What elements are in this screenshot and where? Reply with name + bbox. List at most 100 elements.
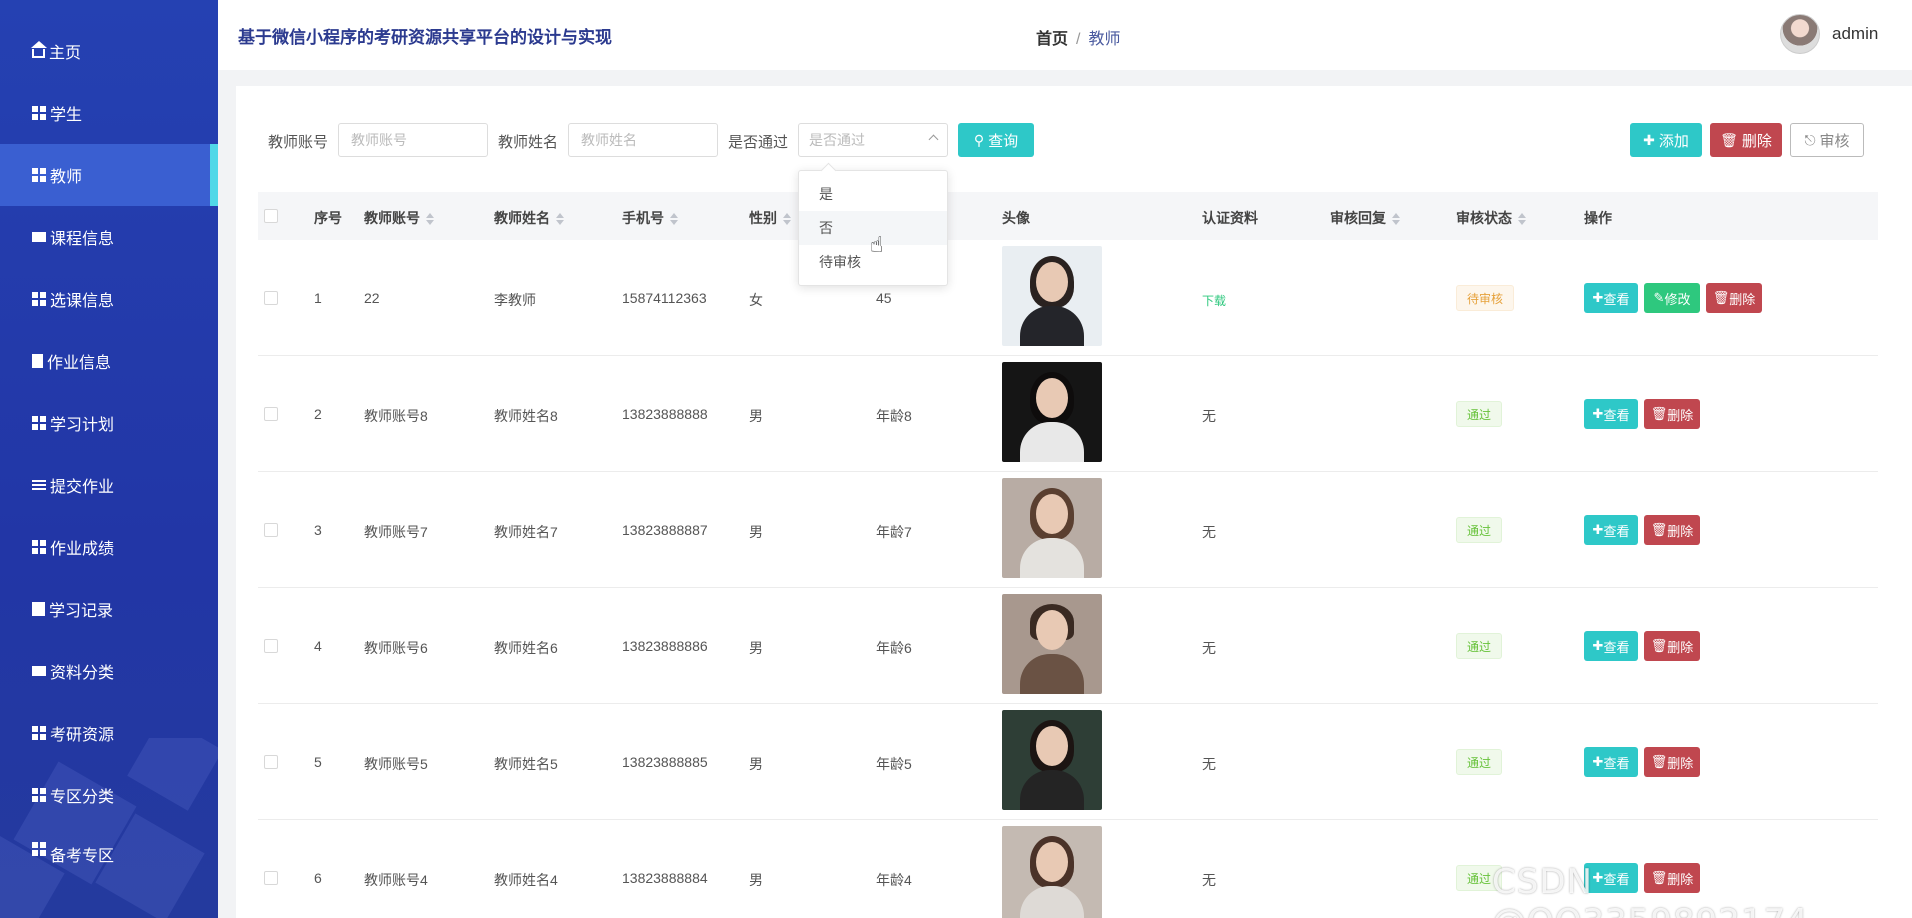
sidebar-item-prep-zone[interactable]: 备考专区	[0, 826, 218, 876]
row-phone: 13823888884	[622, 870, 708, 886]
sidebar-item-assignments[interactable]: 作业信息	[0, 330, 218, 392]
column-header: 操作	[1584, 210, 1612, 226]
view-button-label: 查看	[1603, 755, 1630, 771]
plus-icon: ✚	[1592, 406, 1604, 421]
table-row: 1 22 李教师 15874112363 女 45 下载 待审核 ✚ 查看 ✎ 修改…	[258, 240, 1878, 356]
breadcrumb-separator: /	[1076, 31, 1081, 48]
row-account: 教师账号4	[364, 872, 428, 888]
status-badge: 通过	[1456, 633, 1503, 659]
sidebar-item-study-records[interactable]: 学习记录	[0, 578, 218, 640]
sidebar-item-label: 作业成绩	[50, 541, 115, 558]
avatar-photo	[1002, 362, 1102, 462]
row-checkbox[interactable]	[264, 523, 278, 537]
option-yes[interactable]: 是	[799, 177, 947, 211]
sidebar-item-exam-resources[interactable]: 考研资源	[0, 702, 218, 764]
column-header-sortable[interactable]: 手机号	[622, 208, 678, 228]
row-checkbox[interactable]	[264, 291, 278, 305]
row-cert: 无	[1202, 524, 1216, 540]
view-button[interactable]: ✚ 查看	[1584, 283, 1638, 313]
row-delete-button[interactable]: 🗑 删除	[1644, 515, 1700, 545]
stamp-icon: ⎋	[1804, 131, 1816, 148]
row-delete-button[interactable]: 🗑 删除	[1644, 399, 1700, 429]
sidebar-item-material-categories[interactable]: 资料分类	[0, 640, 218, 702]
column-header-sortable[interactable]: 审核回复	[1330, 208, 1400, 228]
row-phone: 13823888887	[622, 522, 708, 538]
sidebar-item-label: 资料分类	[50, 665, 115, 682]
sidebar-item-courses[interactable]: 课程信息	[0, 206, 218, 268]
sidebar-item-study-plan[interactable]: 学习计划	[0, 392, 218, 454]
pass-select[interactable]: 是否通过	[798, 123, 948, 157]
sidebar-item-zone-categories[interactable]: 专区分类	[0, 764, 218, 826]
sidebar-item-label: 考研资源	[50, 727, 115, 744]
cert-download-link[interactable]: 下载	[1202, 292, 1226, 309]
trash-icon: 🗑	[1650, 406, 1668, 421]
row-checkbox[interactable]	[264, 755, 278, 769]
row-delete-button[interactable]: 🗑 删除	[1644, 631, 1700, 661]
audit-button[interactable]: ⎋ 审核	[1790, 123, 1864, 157]
view-button-label: 查看	[1603, 291, 1630, 307]
row-gender: 女	[749, 292, 763, 308]
delete-button[interactable]: 🗑 删除	[1710, 123, 1782, 157]
breadcrumb-home[interactable]: 首页	[1036, 31, 1068, 48]
user-name[interactable]: admin	[1832, 24, 1878, 44]
view-button[interactable]: ✚ 查看	[1584, 515, 1638, 545]
view-button[interactable]: ✚ 查看	[1584, 631, 1638, 661]
sort-icon	[1392, 213, 1400, 226]
sidebar-item-students[interactable]: 学生	[0, 82, 218, 144]
query-button[interactable]: ⚲ 查询	[958, 123, 1034, 157]
sidebar-item-label: 提交作业	[50, 479, 115, 496]
row-name: 教师姓名4	[494, 872, 558, 888]
row-gender: 男	[749, 640, 763, 656]
column-header-sortable[interactable]: 教师姓名	[494, 208, 564, 228]
edit-icon: ✎	[1653, 290, 1665, 305]
view-button[interactable]: ✚ 查看	[1584, 399, 1638, 429]
sidebar-item-submit-homework[interactable]: 提交作业	[0, 454, 218, 516]
column-header-sortable[interactable]: 教师账号	[364, 208, 434, 228]
avatar-photo	[1002, 594, 1102, 694]
row-cert: 无	[1202, 756, 1216, 772]
sliders-icon	[32, 478, 46, 492]
row-gender: 男	[749, 408, 763, 424]
row-checkbox[interactable]	[264, 871, 278, 885]
grid-icon	[32, 168, 46, 182]
top-header: 基于微信小程序的考研资源共享平台的设计与实现 首页 / 教师 admin	[218, 0, 1912, 70]
view-button-label: 查看	[1603, 407, 1630, 423]
edit-button-label: 修改	[1664, 291, 1691, 307]
row-delete-button-label: 删除	[1667, 407, 1694, 423]
edit-button[interactable]: ✎ 修改	[1644, 283, 1700, 313]
select-all-checkbox[interactable]	[264, 209, 278, 223]
row-index: 2	[314, 406, 322, 422]
account-input[interactable]	[338, 123, 488, 157]
row-cert: 无	[1202, 640, 1216, 656]
breadcrumb-current: 教师	[1088, 31, 1121, 48]
view-button-label: 查看	[1603, 523, 1630, 539]
row-gender: 男	[749, 872, 763, 888]
name-input[interactable]	[568, 123, 718, 157]
sidebar-item-enrollment[interactable]: 选课信息	[0, 268, 218, 330]
row-delete-button[interactable]: 🗑 删除	[1706, 283, 1762, 313]
add-button-label: 添加	[1658, 132, 1689, 150]
avatar[interactable]	[1780, 14, 1820, 54]
row-age: 年龄8	[876, 408, 912, 424]
grid-icon	[32, 788, 46, 802]
sidebar-item-label: 主页	[49, 45, 82, 62]
sidebar-item-teachers[interactable]: 教师	[0, 144, 218, 206]
row-checkbox[interactable]	[264, 639, 278, 653]
sidebar-item-home[interactable]: 主页	[0, 20, 218, 82]
column-header-sortable[interactable]: 审核状态	[1456, 208, 1526, 228]
sidebar-item-label: 选课信息	[50, 293, 115, 310]
add-button[interactable]: ✚ 添加	[1630, 123, 1702, 157]
row-account: 教师账号7	[364, 524, 428, 540]
clipboard-icon	[32, 354, 43, 368]
row-delete-button[interactable]: 🗑 删除	[1644, 747, 1700, 777]
row-index: 1	[314, 290, 322, 306]
plus-icon: ✚	[1592, 754, 1604, 769]
table-row: 3 教师账号7 教师姓名7 13823888887 男 年龄7 无 通过 ✚ 查看…	[258, 472, 1878, 588]
column-header-sortable[interactable]: 性别	[749, 208, 791, 228]
column-header: 头像	[1002, 210, 1030, 226]
row-checkbox[interactable]	[264, 407, 278, 421]
sidebar-item-grades[interactable]: 作业成绩	[0, 516, 218, 578]
sort-icon	[556, 213, 564, 226]
view-button[interactable]: ✚ 查看	[1584, 747, 1638, 777]
row-name: 教师姓名7	[494, 524, 558, 540]
